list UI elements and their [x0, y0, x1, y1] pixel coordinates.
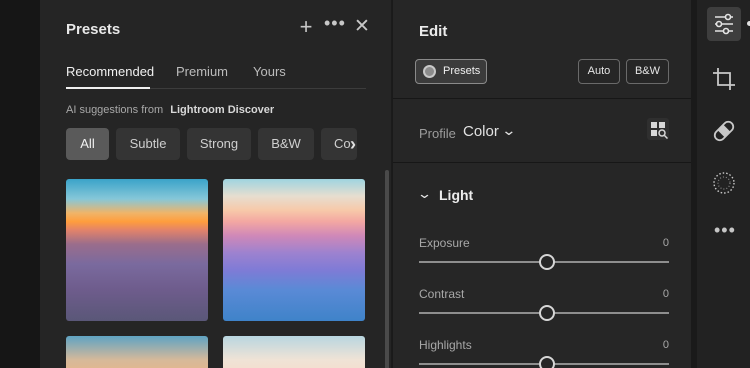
preset-thumbnail[interactable] [223, 336, 365, 368]
slider-label: Highlights [419, 338, 472, 352]
light-section-title[interactable]: Light [439, 187, 473, 203]
auto-button[interactable]: Auto [578, 59, 620, 84]
highlights-slider-thumb[interactable] [539, 356, 555, 368]
contrast-slider-thumb[interactable] [539, 305, 555, 321]
presets-icon [423, 65, 436, 78]
slider-label: Exposure [419, 236, 470, 250]
left-edge-strip [0, 0, 40, 368]
edit-panel: Edit Presets Auto B&W Profile Color ⌄ ⌄ … [393, 0, 691, 368]
tab-premium[interactable]: Premium [176, 64, 228, 79]
ai-suggestions-line: AI suggestions from Lightroom Discover [66, 104, 274, 116]
profile-label: Profile [419, 126, 456, 141]
presets-panel: Presets + ••• ✕ Recommended Premium Your… [40, 0, 392, 368]
filter-chip-bw[interactable]: B&W [258, 128, 314, 160]
filter-chip-strong[interactable]: Strong [187, 128, 251, 160]
edit-sliders-icon[interactable] [707, 7, 741, 41]
slider-label: Contrast [419, 287, 465, 301]
active-tab-underline [66, 87, 150, 89]
preset-thumbnail[interactable] [223, 179, 365, 321]
filter-chip-all[interactable]: All [66, 128, 109, 160]
profile-dropdown[interactable]: Color [463, 123, 499, 140]
tab-recommended[interactable]: Recommended [66, 64, 154, 79]
slider-value[interactable]: 0 [643, 288, 669, 300]
tab-yours[interactable]: Yours [253, 64, 286, 79]
ai-suggestions-source: Lightroom Discover [170, 104, 275, 116]
ellipsis-icon[interactable]: ••• [324, 13, 345, 33]
crop-icon[interactable] [707, 62, 741, 96]
close-icon[interactable]: ✕ [352, 17, 372, 37]
presets-scrollbar[interactable] [385, 170, 389, 368]
divider [393, 162, 691, 163]
chevron-down-icon[interactable]: ⌄ [417, 186, 432, 202]
preset-thumbnail[interactable] [66, 179, 208, 321]
presets-panel-title: Presets [66, 21, 121, 38]
healing-bandage-icon[interactable] [707, 114, 741, 148]
masking-icon[interactable] [707, 166, 741, 200]
more-tools-icon[interactable]: ••• [714, 220, 736, 241]
bw-button[interactable]: B&W [626, 59, 669, 84]
chevron-down-icon[interactable]: ⌄ [501, 122, 516, 139]
preset-thumbnail[interactable] [66, 336, 208, 368]
divider [393, 98, 691, 99]
ai-suggestions-prefix: AI suggestions from [66, 104, 164, 116]
exposure-slider-thumb[interactable] [539, 254, 555, 270]
chevron-right-icon[interactable]: › [350, 134, 356, 155]
presets-button-label: Presets [443, 65, 481, 77]
slider-value[interactable]: 0 [643, 237, 669, 249]
filter-chip-subtle[interactable]: Subtle [116, 128, 180, 160]
plus-icon[interactable]: + [296, 16, 316, 38]
edit-panel-title: Edit [419, 23, 448, 40]
tool-strip: ••• [697, 0, 750, 368]
slider-value[interactable]: 0 [643, 339, 669, 351]
presets-button[interactable]: Presets [415, 59, 487, 84]
profile-browser-icon[interactable] [647, 118, 669, 140]
